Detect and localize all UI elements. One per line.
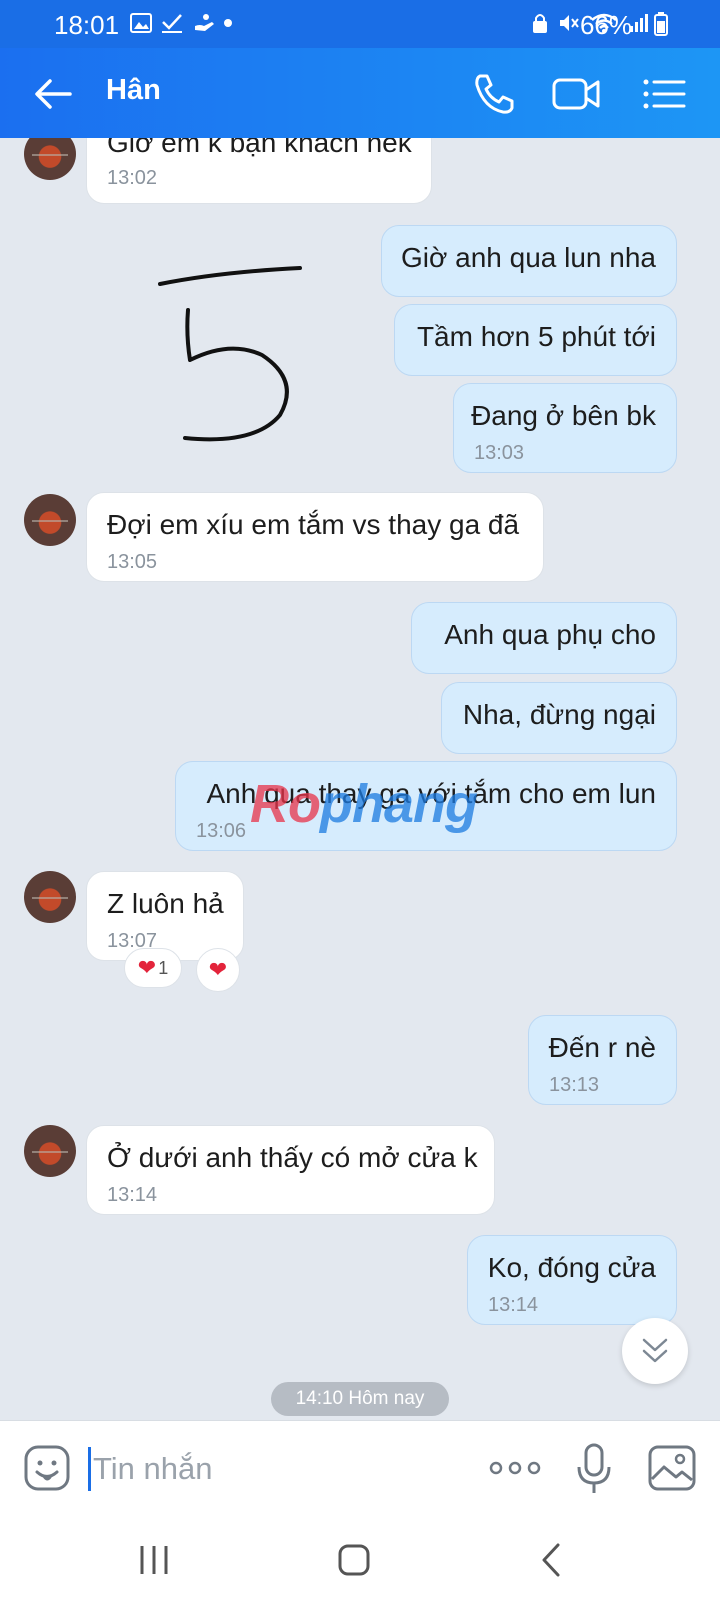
heart-icon: ❤ [208,957,228,982]
contact-name[interactable]: Hân [106,74,161,107]
reaction-count: 1 [158,957,169,978]
message-bubble-out[interactable]: Anh qua thay ga với tắm cho em lun 13:06 [175,761,677,851]
more-options-icon[interactable] [488,1453,542,1483]
back-nav-icon[interactable] [532,1540,572,1580]
home-icon[interactable] [334,1540,374,1580]
avatar[interactable] [24,494,76,546]
handwritten-five-drawing [158,266,302,442]
message-input-bar [0,1420,720,1520]
microphone-icon[interactable] [574,1443,614,1495]
message-input[interactable] [88,1447,448,1491]
phone-icon[interactable] [470,70,520,118]
sticker-icon[interactable] [24,1445,70,1491]
message-bubble-out[interactable]: Nha, đừng ngại [441,682,677,754]
add-reaction-button[interactable]: ❤ [196,948,240,992]
avatar[interactable] [24,871,76,923]
image-gallery-icon[interactable] [648,1445,696,1491]
battery-icon [654,12,668,36]
check-icon [162,14,182,33]
video-call-icon[interactable] [552,70,602,118]
system-navigation-bar [0,1520,720,1600]
avatar[interactable] [24,138,76,180]
image-icon [130,13,152,33]
status-bar: 18:01 66% [0,0,720,48]
scroll-to-bottom-button[interactable] [622,1318,688,1384]
lock-icon [533,14,547,33]
message-bubble-in[interactable]: Đợi em xíu em tắm vs thay ga đã 13:05 [86,492,544,582]
mute-icon [560,15,579,31]
heart-icon: ❤ [137,955,157,980]
chat-header: Hân [0,48,720,138]
message-bubble-out[interactable]: Tầm hơn 5 phút tới [394,304,677,376]
hand-icon [195,14,214,31]
double-chevron-down-icon [642,1338,668,1363]
chat-area[interactable]: Giờ em k bận khách nek 13:02 Giờ anh qua… [0,138,720,1420]
message-bubble-out[interactable]: Đang ở bên bk 13:03 [453,383,677,473]
battery-percent: 66% [579,10,632,40]
reaction-count-badge[interactable]: ❤ 1 [124,948,182,988]
message-bubble-out[interactable]: Đến r nè 13:13 [528,1015,677,1105]
message-bubble-out[interactable]: Anh qua phụ cho [411,602,677,674]
message-bubble-out[interactable]: Ko, đóng cửa 13:14 [467,1235,677,1325]
message-bubble-out[interactable]: Giờ anh qua lun nha [381,225,677,297]
menu-list-icon[interactable] [640,70,690,118]
back-arrow-icon[interactable] [30,72,74,116]
message-bubble-in[interactable]: Ở dưới anh thấy có mở cửa k 13:14 [86,1125,495,1215]
status-time: 18:01 [54,10,120,40]
dot-icon [224,19,232,27]
recent-apps-icon[interactable] [134,1540,174,1580]
day-separator: 14:10 Hôm nay [271,1382,449,1416]
avatar[interactable] [24,1125,76,1177]
message-bubble-in[interactable]: Giờ em k bận khách nek 13:02 [86,138,432,204]
